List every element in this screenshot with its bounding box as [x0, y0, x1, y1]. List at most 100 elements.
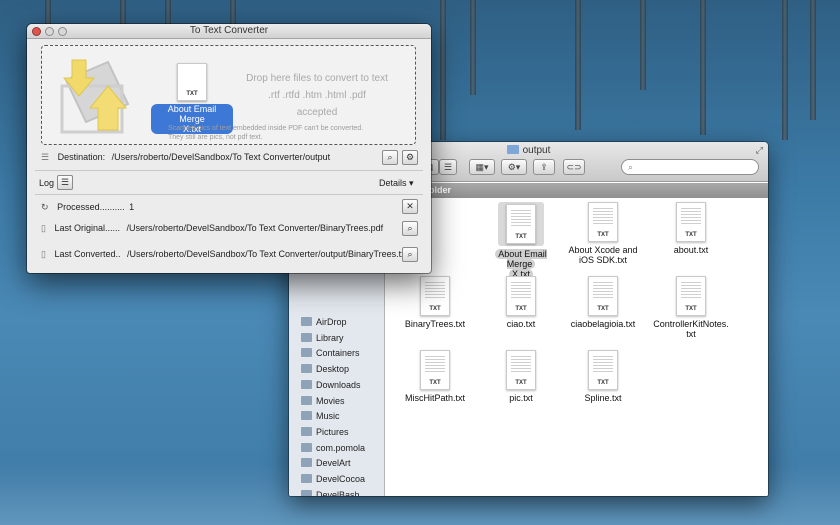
sidebar-item[interactable]: Desktop — [301, 362, 349, 377]
file-item[interactable]: TXT About Xcode and iOS SDK.txt — [563, 202, 643, 265]
sidebar-item[interactable]: Movies — [301, 394, 345, 409]
list-view-button[interactable]: ☰ — [439, 159, 457, 175]
file-grid: TXT.txtTXTAbout Email MergeX.txtTXTAbout… — [385, 198, 768, 496]
txt-file-icon: TXT — [420, 350, 450, 390]
share-button[interactable]: ⇪ — [533, 159, 555, 175]
divider — [35, 194, 423, 195]
sidebar-item[interactable]: AirDrop — [301, 315, 347, 330]
log-label: Log — [39, 178, 55, 188]
file-name: MiscHitPath.txt — [395, 393, 475, 403]
last-original-label: Last Original...... — [54, 223, 120, 233]
reveal-destination-button[interactable]: ⌕ — [382, 150, 398, 165]
file-name-line1: about.txt — [673, 245, 709, 255]
processed-label: Processed.......... — [57, 202, 125, 212]
sidebar-item-label: Library — [316, 332, 344, 343]
folder-icon — [301, 442, 312, 452]
reveal-converted-button[interactable]: ⌕ — [402, 247, 418, 262]
folder-icon — [506, 145, 519, 154]
sidebar-item[interactable]: DevelArt — [301, 456, 351, 471]
sidebar-item-label: DevelBash — [316, 489, 360, 496]
file-name-line1: About Email Merge — [495, 249, 547, 269]
file-ext-label: TXT — [597, 306, 609, 312]
converter-titlebar[interactable]: To Text Converter — [27, 24, 431, 39]
sidebar-item-label: AirDrop — [316, 317, 347, 327]
search-icon: ⌕ — [628, 162, 634, 172]
sidebar-item[interactable]: Downloads — [301, 378, 361, 393]
file-item[interactable]: TXT ciaobelagioia.txt — [563, 276, 643, 329]
sidebar-item-label: com.pomola — [316, 442, 366, 453]
txt-file-icon: TXT — [506, 204, 536, 244]
sidebar-item[interactable]: Containers — [301, 346, 360, 361]
txt-file-icon: TXT — [506, 276, 536, 316]
file-item[interactable]: TXT Spline.txt — [563, 350, 643, 403]
txt-file-icon: TXT — [506, 350, 536, 390]
file-ext-label: TXT — [186, 91, 198, 97]
fullscreen-icon[interactable]: ⤢ — [756, 145, 763, 156]
file-name: ciao.txt — [481, 319, 561, 329]
txt-file-icon: TXT — [420, 276, 450, 316]
refresh-icon: ↻ — [41, 202, 49, 212]
txt-file-icon: TXT — [588, 350, 618, 390]
sidebar-item[interactable]: DevelBash — [301, 488, 360, 496]
destination-path: /Users/roberto/DevelSandbox/To Text Conv… — [111, 152, 331, 162]
folder-icon — [301, 474, 312, 483]
txt-file-icon: TXT — [588, 276, 618, 316]
file-ext-label: TXT — [515, 234, 527, 240]
file-ext-label: TXT — [429, 306, 441, 312]
log-row: Log — [39, 178, 54, 188]
file-name: about.txt — [651, 245, 731, 255]
file-item[interactable]: TXT ControllerKitNotes. txt — [651, 276, 731, 339]
sidebar-item[interactable]: Library — [301, 331, 344, 346]
file-ext-label: TXT — [685, 306, 697, 312]
desktop-icon — [301, 364, 312, 374]
txt-file-icon: TXT — [588, 202, 618, 242]
file-item[interactable]: TXT ciao.txt — [481, 276, 561, 329]
destination-row: ☰ Destination: /Users/roberto/DevelSandb… — [41, 152, 330, 163]
document-icon: ▯ — [41, 223, 46, 233]
file-item[interactable]: TXT MiscHitPath.txt — [395, 350, 475, 403]
sidebar-item-label: Music — [316, 411, 340, 422]
divider — [35, 170, 423, 171]
tree-decoration — [575, 0, 581, 130]
chevron-down-icon: ▾ — [409, 178, 414, 188]
arrange-button[interactable]: ▦▾ — [469, 159, 495, 175]
reveal-original-button[interactable]: ⌕ — [402, 221, 418, 236]
sidebar-item[interactable]: Music — [301, 409, 340, 424]
log-toggle-button[interactable]: ☰ — [57, 175, 73, 190]
drop-zone[interactable]: TXT About Email Merge X.txt Drop here fi… — [41, 45, 416, 145]
last-converted-row: ▯ Last Converted.. /Users/roberto/DevelS… — [41, 249, 408, 260]
settings-button[interactable]: ⚙ — [402, 150, 418, 165]
sidebar-item[interactable]: com.pomola — [301, 441, 365, 456]
file-item[interactable]: TXT BinaryTrees.txt — [395, 276, 475, 329]
file-name: ControllerKitNotes. txt — [651, 319, 731, 339]
file-name-line1: ControllerKitNotes. — [653, 319, 729, 329]
search-input[interactable]: ⌕ — [621, 159, 759, 175]
action-gear-button[interactable]: ⚙▾ — [501, 159, 527, 175]
file-ext-label: TXT — [597, 232, 609, 238]
file-name-line1: ciaobelagioia.txt — [570, 319, 636, 329]
sidebar-item-label: Containers — [316, 348, 360, 359]
drop-line2: .rtf .rtfd .htm .html .pdf — [268, 90, 366, 101]
file-name: BinaryTrees.txt — [395, 319, 475, 329]
tags-button[interactable]: ⊂⊃ — [563, 159, 585, 175]
tree-decoration — [640, 0, 646, 90]
processed-count: 1 — [129, 202, 135, 212]
sidebar-item[interactable]: DevelCocoa — [301, 472, 365, 487]
pictures-icon — [301, 426, 312, 436]
drop-line3: accepted — [296, 107, 338, 118]
file-item[interactable]: TXT About Email Merge X.txt — [481, 202, 561, 279]
details-disclosure[interactable]: Details ▾ — [379, 178, 414, 189]
sidebar-item-label: Downloads — [316, 379, 361, 390]
file-ext-label: TXT — [515, 306, 527, 312]
clear-button[interactable]: ✕ — [402, 199, 418, 214]
drop-line1: Drop here files to convert to text — [246, 73, 388, 84]
txt-file-icon: TXT — [676, 202, 706, 242]
file-item[interactable]: TXT about.txt — [651, 202, 731, 255]
sidebar-item[interactable]: Pictures — [301, 425, 349, 440]
file-name: About Email Merge X.txt — [481, 249, 561, 279]
file-name-line1: ciao.txt — [506, 319, 536, 329]
file-item[interactable]: TXT pic.txt — [481, 350, 561, 403]
document-icon: ▯ — [41, 249, 46, 259]
file-name-line1: Spline.txt — [584, 393, 622, 403]
folder-icon — [301, 458, 312, 468]
